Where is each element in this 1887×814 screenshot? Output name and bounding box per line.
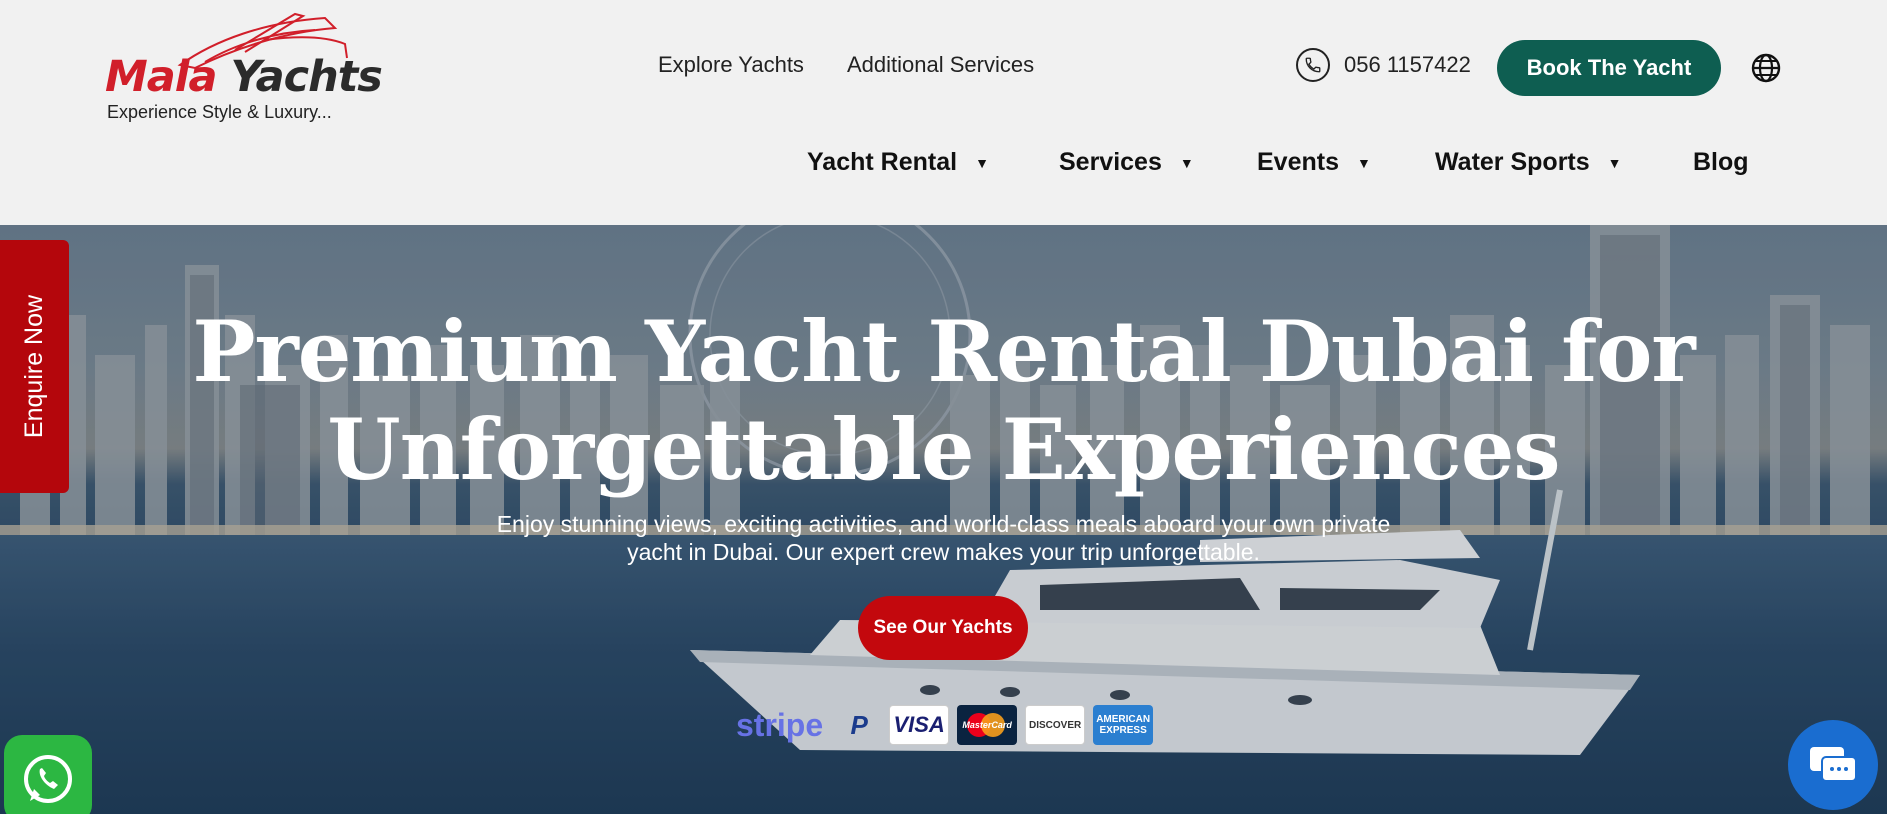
chevron-down-icon: ▼ [1179,154,1194,171]
visa-logo: VISA [889,705,950,745]
logo-tagline: Experience Style & Luxury... [107,102,332,122]
mastercard-logo: MasterCard [957,705,1018,745]
nav-events[interactable]: Events ▼ [1257,148,1371,177]
book-the-yacht-button[interactable]: Book The Yacht [1497,40,1721,96]
logo[interactable]: Mala Yachts Experience Style & Luxury... [105,10,383,125]
phone-link[interactable]: 056 1157422 [1296,48,1471,82]
nav-blog-label: Blog [1693,148,1749,176]
paypal-logo: P [850,709,868,740]
hero-title-line1: Premium Yacht Rental Dubai for [192,302,1695,401]
logo-name: Mala Yachts [105,52,383,102]
stripe-logo: stripe [736,706,824,743]
hero-title: Premium Yacht Rental Dubai for Unforgett… [0,303,1887,499]
mastercard-label: MasterCard [962,720,1012,730]
discover-logo: DISCOVER [1025,705,1086,745]
chevron-down-icon: ▼ [1356,154,1371,171]
nav-events-label: Events [1257,148,1339,176]
hero-subtitle-line2: yacht in Dubai. Our expert crew makes yo… [627,539,1260,565]
globe-icon[interactable] [1750,52,1782,84]
see-our-yachts-button[interactable]: See Our Yachts [858,596,1028,660]
nav-services-label: Services [1059,148,1162,176]
additional-services-link[interactable]: Additional Services [847,52,1034,78]
hero-subtitle: Enjoy stunning views, exciting activitie… [400,510,1487,566]
enquire-now-label: Enquire Now [20,294,49,439]
hero-subtitle-line1: Enjoy stunning views, exciting activitie… [496,511,1391,537]
hero-title-line2: Unforgettable Experiences [327,400,1560,499]
site-header: Mala Yachts Experience Style & Luxury...… [0,0,1887,225]
nav-water-sports-label: Water Sports [1435,148,1590,176]
enquire-now-tab[interactable]: Enquire Now [0,240,69,493]
chat-button[interactable] [1788,720,1878,810]
chevron-down-icon: ▼ [1607,154,1622,171]
nav-yacht-rental-label: Yacht Rental [807,148,958,176]
phone-icon [1296,48,1330,82]
chevron-down-icon: ▼ [975,154,989,171]
logo-name-part2: Yachts [230,52,383,102]
whatsapp-button[interactable] [4,735,92,814]
nav-blog[interactable]: Blog [1693,148,1749,177]
amex-line1: AMERICAN [1096,714,1151,725]
whatsapp-icon [24,755,72,803]
chat-icon [1810,747,1857,782]
logo-name-part1: Mala [105,52,218,102]
nav-services[interactable]: Services ▼ [1059,148,1194,177]
explore-yachts-link[interactable]: Explore Yachts [658,52,804,78]
hero-section: Premium Yacht Rental Dubai for Unforgett… [0,225,1887,814]
phone-number: 056 1157422 [1344,52,1471,77]
amex-logo: AMERICAN EXPRESS [1093,705,1154,745]
nav-yacht-rental[interactable]: Yacht Rental ▼ [807,148,989,177]
nav-water-sports[interactable]: Water Sports ▼ [1435,148,1622,177]
amex-line2: EXPRESS [1099,725,1147,736]
payment-methods: stripe P VISA MasterCard DISCOVER AMERIC… [736,705,1154,745]
